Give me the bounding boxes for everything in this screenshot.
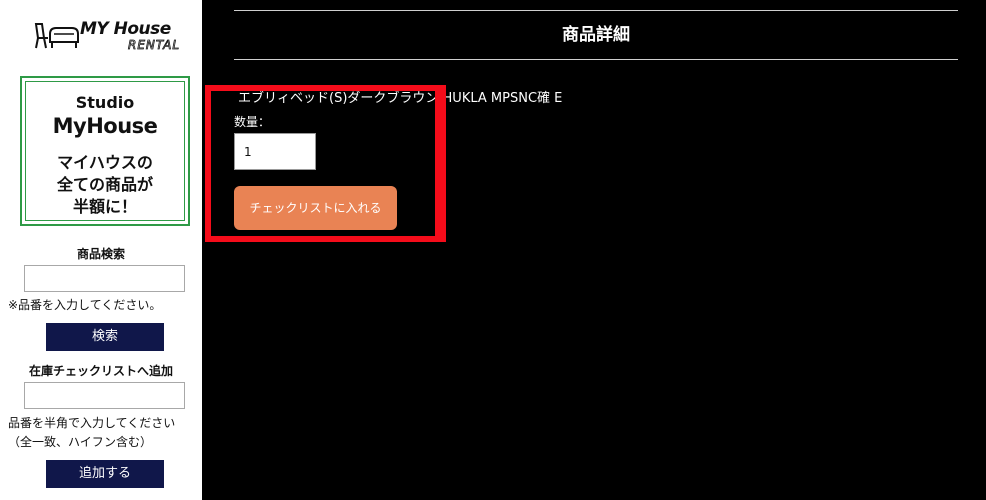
- logo-main-text: MY House: [80, 19, 171, 39]
- checklist-add-heading: 在庫チェックリストへ追加: [28, 364, 173, 378]
- logo-sub-text: RENTAL: [128, 38, 181, 53]
- checklist-add-note-2: （全一致、ハイフン含む）: [8, 435, 153, 449]
- promo-banner[interactable]: Studio MyHouse マイハウスの 全ての商品が 半額に！: [20, 76, 190, 226]
- banner-line-1: マイハウスの: [57, 153, 153, 172]
- banner-line-2: 全ての商品が: [56, 175, 153, 194]
- banner-frame: Studio MyHouse マイハウスの 全ての商品が 半額に！: [25, 81, 185, 221]
- title-rule-bottom: [234, 59, 958, 60]
- search-heading: 商品検索: [76, 247, 125, 261]
- highlight-box: [205, 85, 441, 242]
- sidebar: MY House RENTAL Studio MyHouse マイハウスの 全て…: [0, 0, 202, 500]
- checklist-add-note-1: 品番を半角で入力してください: [8, 416, 176, 430]
- highlight-box-edge: [434, 85, 446, 242]
- banner-brand: MyHouse: [52, 114, 158, 138]
- page-title: 商品詳細: [562, 25, 630, 45]
- banner-studio: Studio: [75, 93, 135, 112]
- search-button[interactable]: 検索: [46, 323, 164, 351]
- search-input[interactable]: [24, 265, 185, 292]
- title-rule-top: [234, 10, 958, 11]
- checklist-add-button[interactable]: 追加する: [46, 460, 164, 488]
- search-note: ※品番を入力してください。: [8, 298, 162, 312]
- site-logo[interactable]: MY House RENTAL: [32, 16, 181, 56]
- furniture-icon: [34, 23, 79, 49]
- checklist-add-input[interactable]: [24, 382, 185, 409]
- banner-line-3: 半額に！: [72, 197, 137, 216]
